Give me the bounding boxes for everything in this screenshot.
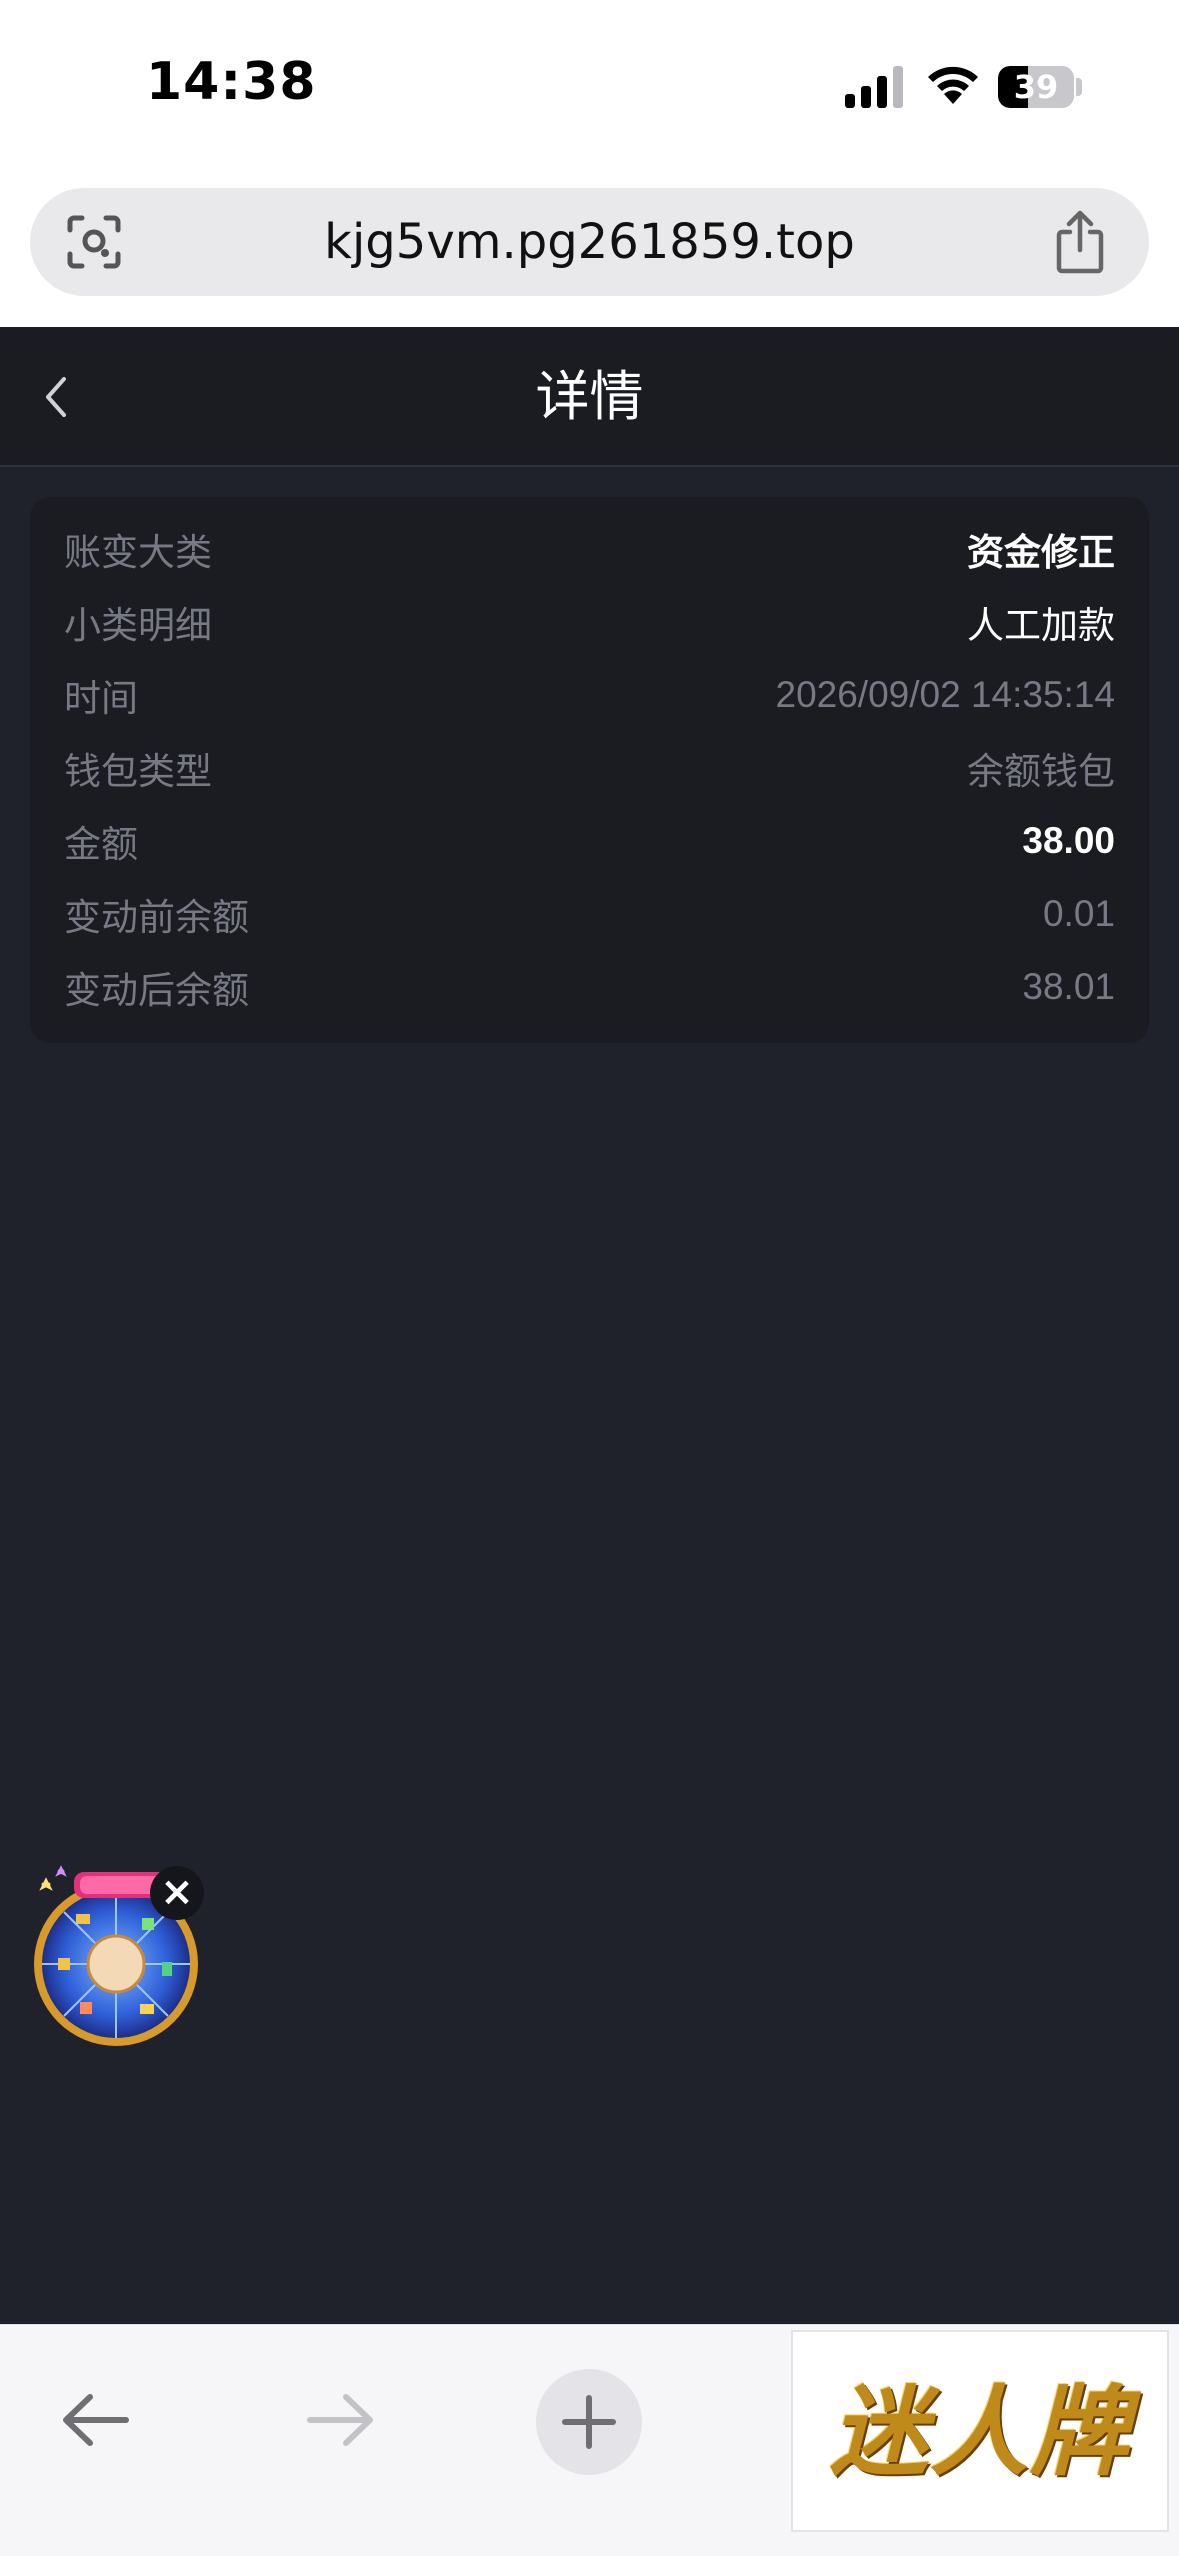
row-value: 人工加款 [967, 604, 1115, 646]
detail-row-balance-after: 变动后余额 38.01 [64, 950, 1115, 1023]
row-label: 账变大类 [64, 530, 212, 574]
row-value: 资金修正 [967, 531, 1115, 573]
url-text[interactable]: kjg5vm.pg261859.top [30, 188, 1149, 296]
cellular-signal-icon [845, 66, 903, 108]
brand-logo-text: 迷人牌 [829, 2376, 1130, 2490]
detail-row-category: 账变大类 资金修正 [64, 512, 1115, 585]
row-value: 余额钱包 [967, 750, 1115, 792]
row-label: 时间 [64, 676, 138, 720]
status-bar: 14:38 39 [0, 0, 1179, 175]
battery-percent: 39 [1013, 68, 1059, 106]
row-label: 钱包类型 [64, 749, 212, 793]
row-label: 小类明细 [64, 603, 212, 647]
detail-row-subcategory: 小类明细 人工加款 [64, 585, 1115, 658]
row-value: 2026/09/02 14:35:14 [775, 673, 1116, 715]
battery-nub [1076, 78, 1082, 96]
detail-row-wallet-type: 钱包类型 余额钱包 [64, 731, 1115, 804]
brand-logo: 迷人牌 [791, 2330, 1169, 2532]
row-value: 38.01 [1022, 965, 1115, 1007]
detail-row-balance-before: 变动前余额 0.01 [64, 877, 1115, 950]
arrow-left-icon[interactable] [56, 2387, 136, 2453]
detail-row-time: 时间 2026/09/02 14:35:14 [64, 658, 1115, 731]
row-label: 变动后余额 [64, 968, 249, 1012]
browser-toolbar: 迷人牌 [0, 2324, 1179, 2556]
page-title: 详情 [535, 365, 644, 428]
close-widget-button[interactable]: × [150, 1866, 204, 1920]
detail-card: 账变大类 资金修正 小类明细 人工加款 时间 2026/09/02 14:35:… [30, 497, 1149, 1043]
detail-row-amount: 金额 38.00 [64, 804, 1115, 877]
app-header: 详情 [0, 327, 1179, 467]
row-value: 0.01 [1042, 892, 1115, 934]
row-value: 38.00 [1022, 819, 1115, 861]
plus-icon [562, 2395, 616, 2449]
share-icon[interactable] [1050, 208, 1110, 274]
row-label: 金额 [64, 822, 138, 866]
new-tab-button[interactable] [536, 2369, 642, 2475]
wifi-icon [928, 66, 978, 104]
address-bar[interactable]: kjg5vm.pg261859.top [30, 188, 1149, 296]
status-time: 14:38 [146, 52, 317, 112]
arrow-right-icon[interactable] [300, 2387, 380, 2453]
battery-icon: 39 [998, 66, 1074, 108]
row-label: 变动前余额 [64, 895, 249, 939]
